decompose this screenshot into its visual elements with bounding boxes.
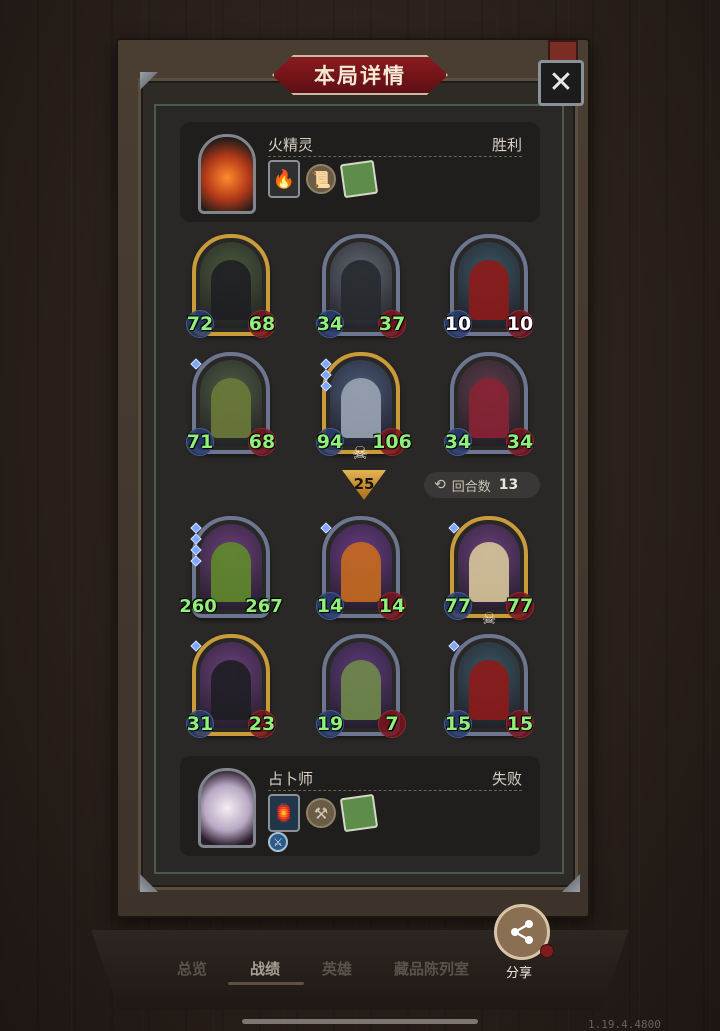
- rounds-label: 回合数: [451, 479, 491, 495]
- health-stat: 14: [378, 592, 406, 620]
- health-stat: 37: [378, 310, 406, 338]
- minion-card[interactable]: 31 23: [186, 634, 276, 738]
- sword-badge-icon[interactable]: ⚔: [268, 832, 288, 852]
- minion-figure: [469, 660, 509, 720]
- attack-stat: 72: [186, 310, 214, 338]
- scroll-coin-icon[interactable]: 📜: [306, 164, 336, 194]
- home-indicator: [242, 1019, 478, 1024]
- green-book-icon[interactable]: [339, 159, 379, 199]
- health-stat: 68: [248, 428, 276, 456]
- minion-figure: [469, 378, 509, 438]
- skull-icon: ☠: [352, 443, 369, 464]
- attack-stat: 31: [186, 710, 214, 738]
- minion-figure: [341, 542, 381, 602]
- minion-card[interactable]: 19 7: [316, 634, 406, 738]
- minion-card[interactable]: 14 14: [316, 516, 406, 620]
- tab-records[interactable]: 战绩: [250, 958, 280, 979]
- health-stat: 267: [245, 595, 283, 617]
- minion-card[interactable]: 72 68: [186, 234, 276, 338]
- health-stat: 34: [506, 428, 534, 456]
- page-title: 本局详情: [314, 64, 406, 88]
- health-stat: 77: [506, 592, 534, 620]
- health-stat: 106: [372, 428, 412, 456]
- blue-lantern-icon[interactable]: 🏮: [268, 794, 300, 832]
- attack-stat: 34: [444, 428, 472, 456]
- health-stat: 68: [248, 310, 276, 338]
- winner-card[interactable]: 火精灵 胜利 🔥 📜: [180, 122, 540, 222]
- skull-icon: ☠: [481, 609, 497, 628]
- close-icon: ✕: [548, 65, 574, 100]
- attack-stat: 19: [316, 710, 344, 738]
- health-stat: 7: [378, 710, 406, 738]
- green-book-icon[interactable]: [339, 793, 379, 833]
- version-text: 1.19.4.4800 6.26.4.06: [588, 1018, 661, 1031]
- bottom-tabbar: [91, 930, 629, 1010]
- rounds-badge: ⟲ 回合数 13: [424, 472, 540, 498]
- share-icon: [511, 920, 533, 944]
- health-stat: 10: [506, 310, 534, 338]
- minion-card[interactable]: 34 37: [316, 234, 406, 338]
- attack-stat: 34: [316, 310, 344, 338]
- tab-collection-room[interactable]: 藏品陈列室: [394, 958, 469, 979]
- share-label: 分享: [506, 966, 533, 981]
- tab-heroes[interactable]: 英雄: [322, 958, 352, 979]
- hammer-coin-icon[interactable]: ⚒: [306, 798, 336, 828]
- attack-stat: 15: [444, 710, 472, 738]
- divider: [268, 790, 522, 791]
- minion-figure: [211, 260, 251, 320]
- minion-card[interactable]: 71 68: [186, 352, 276, 456]
- loser-name: 占卜师: [268, 770, 314, 788]
- active-tab-underline: [228, 982, 304, 985]
- title-banner: 本局详情: [272, 55, 448, 95]
- rounds-value: 13: [498, 477, 519, 493]
- minion-card[interactable]: 10 10: [444, 234, 534, 338]
- minion-figure: [341, 378, 381, 438]
- attack-stat: 10: [444, 310, 472, 338]
- attack-stat: 71: [186, 428, 214, 456]
- health-stat: 15: [506, 710, 534, 738]
- minion-figure: [211, 660, 251, 720]
- minion-figure: [341, 260, 381, 320]
- minion-figure: [341, 660, 381, 720]
- minion-figure: [211, 378, 251, 438]
- attack-stat: 94: [316, 428, 344, 456]
- attack-stat: 260: [179, 595, 217, 617]
- minion-figure: [211, 542, 251, 602]
- minion-card[interactable]: 15 15: [444, 634, 534, 738]
- loser-portrait: [198, 768, 256, 848]
- winner-portrait: [198, 134, 256, 214]
- winner-result: 胜利: [491, 136, 522, 154]
- minion-card[interactable]: 94 106: [316, 352, 412, 456]
- minion-figure: [469, 260, 509, 320]
- health-stat: 23: [248, 710, 276, 738]
- repeat-icon: ⟲: [434, 477, 446, 493]
- divider: [268, 156, 522, 157]
- winner-name: 火精灵: [268, 136, 314, 154]
- minion-card[interactable]: 34 34: [444, 352, 534, 456]
- close-button[interactable]: ✕: [538, 60, 584, 106]
- minion-card[interactable]: 77 77 ☠: [444, 516, 534, 628]
- minion-figure: [469, 542, 509, 602]
- tab-overview[interactable]: 总览: [177, 958, 207, 979]
- notification-dot: [540, 944, 554, 958]
- attack-stat: 77: [444, 592, 472, 620]
- loser-result: 失败: [491, 770, 522, 788]
- minion-card[interactable]: 260 267: [179, 516, 283, 618]
- loser-card[interactable]: 占卜师 失败 🏮 ⚒ ⚔: [180, 756, 540, 856]
- attack-stat: 14: [316, 592, 344, 620]
- fire-lantern-icon[interactable]: 🔥: [268, 160, 300, 198]
